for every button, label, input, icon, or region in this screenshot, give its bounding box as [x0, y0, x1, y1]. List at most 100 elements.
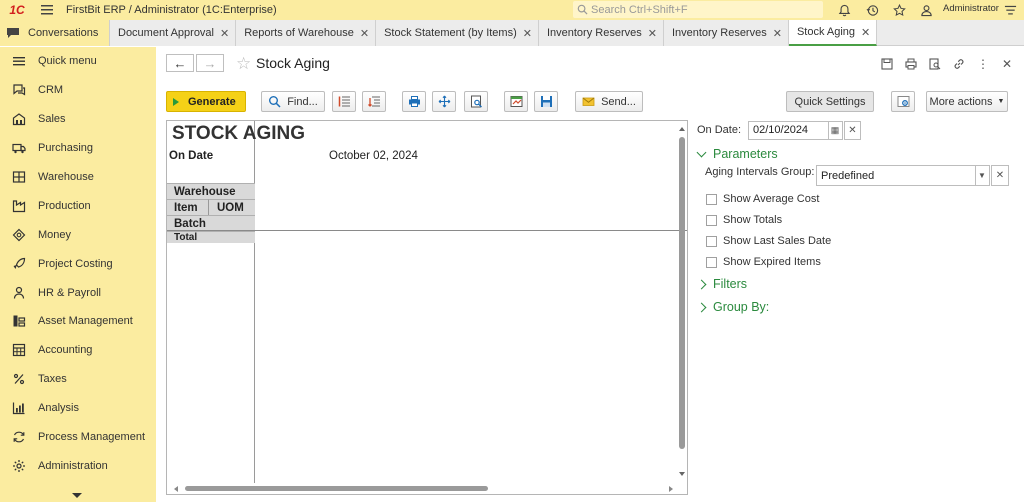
- sidebar-item-money[interactable]: Money: [0, 220, 156, 249]
- asset-icon: [13, 315, 26, 328]
- back-button[interactable]: ←: [166, 54, 194, 72]
- checkbox-show-last-sales-date[interactable]: Show Last Sales Date: [706, 235, 831, 247]
- close-icon[interactable]: ✕: [220, 27, 229, 40]
- close-icon[interactable]: ✕: [773, 27, 782, 40]
- crm-icon: [13, 84, 26, 96]
- sidebar-item-warehouse[interactable]: Warehouse: [0, 163, 156, 192]
- tab-reports-of-warehouse[interactable]: Reports of Warehouse ✕: [236, 20, 377, 46]
- close-icon[interactable]: ✕: [648, 27, 657, 40]
- dropdown-arrow-icon[interactable]: ▼: [975, 165, 990, 186]
- floppy-icon: [540, 96, 552, 107]
- save-report-button[interactable]: [534, 91, 558, 112]
- print-icon[interactable]: [904, 57, 918, 71]
- chevron-down-icon: [696, 147, 707, 157]
- print-button[interactable]: [402, 91, 426, 112]
- favorite-star-icon[interactable]: ☆: [236, 54, 251, 74]
- clear-date-button[interactable]: ✕: [844, 121, 861, 140]
- aging-intervals-field[interactable]: Predefined: [816, 165, 976, 186]
- checkbox-show-expired-items[interactable]: Show Expired Items: [706, 256, 821, 268]
- forward-button[interactable]: →: [196, 54, 224, 72]
- vertical-scrollbar[interactable]: [679, 137, 685, 449]
- horizontal-scrollbar[interactable]: [185, 486, 488, 491]
- sidebar-item-accounting[interactable]: Accounting: [0, 336, 156, 365]
- checkbox-box[interactable]: [706, 214, 717, 226]
- sidebar-item-crm[interactable]: CRM: [0, 76, 156, 105]
- global-search-input[interactable]: Search Ctrl+Shift+F: [573, 1, 823, 18]
- send-button[interactable]: Send...: [575, 91, 643, 112]
- expand-rows-icon: [338, 96, 350, 107]
- search-icon: [577, 4, 588, 15]
- sidebar-item-taxes[interactable]: Taxes: [0, 365, 156, 394]
- tab-document-approval[interactable]: Document Approval ✕: [110, 20, 237, 46]
- truck-icon: [12, 144, 26, 154]
- more-actions-button[interactable]: More actions ▼: [926, 91, 1008, 112]
- user-icon[interactable]: [918, 2, 934, 18]
- favorites-star-icon[interactable]: [891, 2, 907, 18]
- fit-page-button[interactable]: [432, 91, 456, 112]
- tab-conversations[interactable]: Conversations: [0, 20, 110, 46]
- sidebar-item-production[interactable]: Production: [0, 191, 156, 220]
- generate-button[interactable]: Generate: [166, 91, 246, 112]
- checkbox-box[interactable]: [706, 193, 717, 205]
- quick-settings-button[interactable]: Quick Settings: [786, 91, 874, 112]
- hamburger-icon[interactable]: [34, 0, 60, 20]
- username-label[interactable]: Administrator: [943, 3, 999, 14]
- chevron-right-icon: [696, 302, 707, 312]
- on-date-field[interactable]: 02/10/2024: [748, 121, 829, 140]
- sidebar-item-process-management[interactable]: Process Management: [0, 423, 156, 452]
- parameters-group-header[interactable]: Parameters: [696, 147, 778, 161]
- report-on-date-value: October 02, 2024: [329, 150, 418, 162]
- sidebar-item-project-costing[interactable]: Project Costing: [0, 249, 156, 278]
- save-icon[interactable]: [880, 57, 894, 71]
- more-vertical-icon[interactable]: ⋮: [976, 57, 990, 71]
- report-options-button[interactable]: [504, 91, 528, 112]
- tab-inventory-reserves-1[interactable]: Inventory Reserves ✕: [538, 20, 664, 46]
- calendar-icon[interactable]: ▦: [828, 121, 843, 140]
- header-item: Item: [167, 199, 209, 215]
- find-button[interactable]: Find...: [261, 91, 325, 112]
- scroll-down-icon[interactable]: [679, 472, 685, 476]
- sidebar-item-administration[interactable]: Administration: [0, 451, 156, 480]
- sidebar-item-quick-menu[interactable]: Quick menu: [0, 47, 156, 76]
- checkbox-show-average-cost[interactable]: Show Average Cost: [706, 193, 819, 205]
- checkbox-box[interactable]: [706, 256, 717, 268]
- report-spreadsheet[interactable]: STOCK AGING On Date October 02, 2024 War…: [166, 120, 688, 495]
- sidebar-item-hr-payroll[interactable]: HR & Payroll: [0, 278, 156, 307]
- close-icon[interactable]: ✕: [523, 27, 532, 40]
- sidebar-item-asset-management[interactable]: Asset Management: [0, 307, 156, 336]
- history-icon[interactable]: [864, 2, 880, 18]
- tab-inventory-reserves-2[interactable]: Inventory Reserves ✕: [663, 20, 789, 46]
- title-bar: 1C FirstBit ERP / Administrator (1C:Ente…: [0, 0, 1024, 20]
- column-divider: [254, 121, 255, 483]
- link-icon[interactable]: [952, 57, 966, 71]
- collapse-rows-icon: [367, 96, 380, 107]
- tab-stock-aging[interactable]: Stock Aging ✕: [788, 20, 878, 46]
- group-by-header[interactable]: Group By:: [696, 300, 769, 314]
- chevron-down-icon: ▼: [997, 98, 1005, 105]
- close-form-icon[interactable]: ✕: [1000, 57, 1014, 71]
- sidebar-item-sales[interactable]: Sales: [0, 105, 156, 134]
- scroll-right-icon[interactable]: [669, 486, 673, 492]
- page-preview-button[interactable]: [464, 91, 488, 112]
- tab-stock-statement[interactable]: Stock Statement (by Items) ✕: [376, 20, 539, 46]
- expand-groups-button[interactable]: [332, 91, 356, 112]
- sidebar-scroll-down-icon[interactable]: [72, 493, 82, 498]
- preview-icon[interactable]: [928, 57, 942, 71]
- clear-aging-button[interactable]: ✕: [991, 165, 1009, 186]
- close-icon[interactable]: ✕: [861, 26, 870, 39]
- percent-icon: [13, 374, 25, 385]
- app-logo[interactable]: 1C: [0, 0, 34, 20]
- bell-icon[interactable]: [836, 2, 852, 18]
- settings-menu-icon[interactable]: [1002, 2, 1018, 18]
- close-icon[interactable]: ✕: [360, 27, 369, 40]
- scroll-left-icon[interactable]: [174, 486, 178, 492]
- sidebar-item-purchasing[interactable]: Purchasing: [0, 134, 156, 163]
- scroll-up-icon[interactable]: [679, 127, 685, 131]
- settings-button[interactable]: [891, 91, 915, 112]
- header-total: Total: [167, 231, 255, 243]
- checkbox-box[interactable]: [706, 235, 717, 247]
- sidebar-item-analysis[interactable]: Analysis: [0, 394, 156, 423]
- checkbox-show-totals[interactable]: Show Totals: [706, 214, 782, 226]
- filters-group-header[interactable]: Filters: [696, 277, 747, 291]
- collapse-groups-button[interactable]: [362, 91, 386, 112]
